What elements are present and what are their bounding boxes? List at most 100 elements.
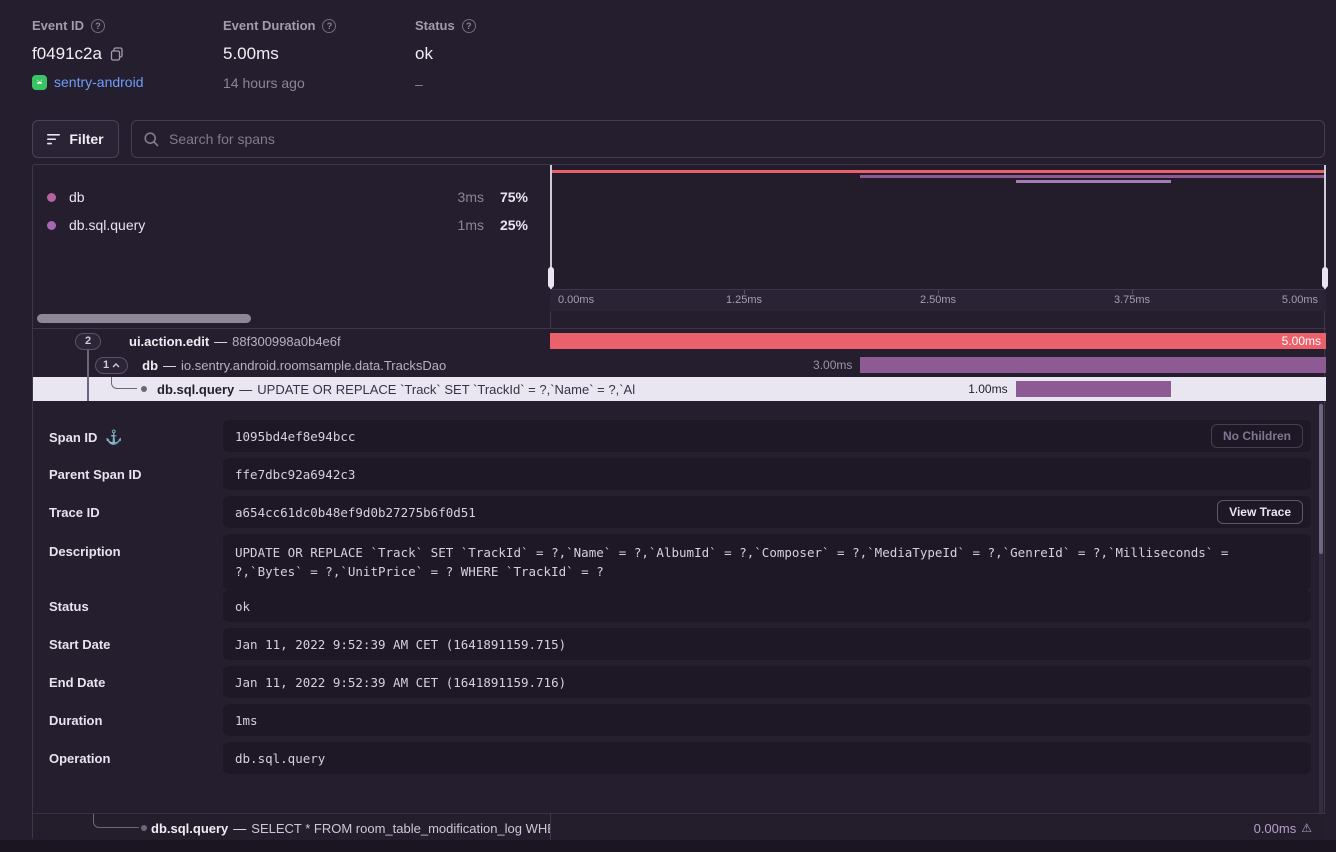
- project-link[interactable]: sentry-android: [32, 74, 222, 90]
- field-label: Parent Span ID: [49, 467, 141, 482]
- span-desc: io.sentry.android.roomsample.data.Tracks…: [181, 358, 446, 373]
- copy-icon[interactable]: [110, 47, 124, 61]
- event-duration-label: Event Duration: [223, 18, 315, 33]
- legend-row-db-sql-query[interactable]: db.sql.query 1ms 25%: [33, 211, 550, 239]
- field-label: Description: [49, 544, 121, 559]
- status-block: Status ? ok –: [415, 18, 575, 92]
- event-duration-value: 5.00ms: [223, 44, 279, 64]
- tree-connector: [111, 377, 137, 389]
- span-duration: 5.00ms: [1282, 333, 1321, 349]
- timeline-minimap[interactable]: [550, 165, 1326, 289]
- span-op: db.sql.query: [151, 821, 228, 836]
- axis-tick-label: 1.25ms: [726, 294, 762, 306]
- span-bar[interactable]: 5.00ms: [550, 333, 1326, 349]
- trace-id-value: a654cc61dc0b48ef9d0b27275b6f0d51 View Tr…: [223, 496, 1311, 528]
- duration-value: 1ms: [223, 704, 1311, 736]
- span-duration: 3.00ms: [813, 358, 852, 372]
- tree-connector-dot: [141, 386, 147, 392]
- end-date-value: Jan 11, 2022 9:52:39 AM CET (1641891159.…: [223, 666, 1311, 698]
- timeline-axis: 0.00ms 1.25ms 2.50ms 3.75ms 5.00ms: [550, 289, 1326, 311]
- minimap-bar-db-sql-query: [1016, 180, 1171, 183]
- field-label: Start Date: [49, 637, 110, 652]
- status-sub: –: [415, 76, 575, 92]
- span-id-value: 1095bd4ef8e94bcc No Children: [223, 420, 1311, 452]
- span-row-db-sql-query-select[interactable]: db.sql.query — SELECT * FROM room_table_…: [33, 813, 1326, 840]
- project-name: sentry-android: [54, 74, 144, 90]
- span-duration: 1.00ms: [968, 382, 1007, 396]
- hscroll-thumb[interactable]: [37, 314, 251, 323]
- help-icon[interactable]: ?: [462, 19, 476, 33]
- span-detail-page: Event ID ? f0491c2a sentry-android Event…: [0, 0, 1336, 840]
- chevron-up-icon: [112, 363, 120, 368]
- vscroll-thumb[interactable]: [1319, 404, 1323, 554]
- event-id-value: f0491c2a: [32, 44, 102, 64]
- status-value-box: ok: [223, 590, 1311, 622]
- span-bar[interactable]: [1016, 381, 1171, 397]
- axis-tick-label: 3.75ms: [1114, 294, 1150, 306]
- legend-percent: 75%: [484, 189, 528, 205]
- legend-op: db: [69, 189, 438, 205]
- span-op: db.sql.query: [157, 382, 234, 397]
- status-label: Status: [415, 18, 455, 33]
- details-vscroll: [1319, 402, 1323, 839]
- span-op: ui.action.edit: [129, 334, 209, 349]
- span-desc: SELECT * FROM room_table_modification_lo…: [251, 821, 550, 836]
- search-input[interactable]: [169, 131, 1312, 147]
- legend-percent: 25%: [484, 217, 528, 233]
- trace-panel: db 3ms 75% db.sql.query 1ms 25% 0.00ms: [32, 164, 1325, 840]
- field-label: Status: [49, 599, 89, 614]
- span-desc: 88f300998a0b4e6f: [232, 334, 340, 349]
- tree-hscroll: [33, 311, 1326, 329]
- span-row-ui-action-edit[interactable]: 2 ui.action.edit — 88f300998a0b4e6f 5.00…: [33, 329, 1326, 353]
- status-value: ok: [415, 44, 433, 64]
- operation-value: db.sql.query: [223, 742, 1311, 774]
- field-label: Span ID: [49, 430, 97, 445]
- field-label: Trace ID: [49, 505, 100, 520]
- event-id-block: Event ID ? f0491c2a sentry-android: [32, 18, 222, 90]
- span-search: [131, 120, 1325, 158]
- android-platform-icon: [32, 75, 47, 90]
- tree-connector-dot: [141, 825, 147, 831]
- tree-connector: [93, 814, 139, 828]
- minimap-right-handle[interactable]: [1322, 267, 1328, 288]
- axis-tick-label: 2.50ms: [920, 294, 956, 306]
- minimap-bar-db: [860, 175, 1326, 178]
- view-trace-button[interactable]: View Trace: [1217, 500, 1303, 524]
- filter-button[interactable]: Filter: [32, 120, 119, 158]
- span-op: db: [142, 358, 158, 373]
- tree-guide-line: [87, 377, 89, 401]
- op-color-dot: [47, 193, 56, 202]
- parent-span-id-value: ffe7dbc92a6942c3: [223, 458, 1311, 490]
- span-duration: 0.00ms: [1254, 821, 1297, 836]
- field-label: Operation: [49, 751, 110, 766]
- anchor-icon[interactable]: ⚓: [105, 429, 122, 446]
- legend-op: db.sql.query: [69, 217, 438, 233]
- no-children-button[interactable]: No Children: [1211, 424, 1303, 448]
- span-bar[interactable]: [860, 357, 1326, 373]
- legend-duration: 1ms: [438, 217, 484, 233]
- span-row-db-sql-query-selected[interactable]: db.sql.query — UPDATE OR REPLACE `Track`…: [33, 377, 1326, 401]
- filter-icon: [47, 134, 61, 145]
- search-icon: [144, 132, 159, 147]
- help-icon[interactable]: ?: [91, 19, 105, 33]
- span-details: Span ID ⚓ 1095bd4ef8e94bcc No Children P…: [33, 401, 1326, 813]
- minimap-left-handle[interactable]: [548, 267, 554, 288]
- span-tree: 2 ui.action.edit — 88f300998a0b4e6f 5.00…: [33, 329, 1326, 401]
- description-value: UPDATE OR REPLACE `Track` SET `TrackId` …: [223, 534, 1311, 590]
- legend-duration: 3ms: [438, 189, 484, 205]
- help-icon[interactable]: ?: [322, 19, 336, 33]
- event-duration-block: Event Duration ? 5.00ms 14 hours ago: [223, 18, 413, 91]
- legend-row-db[interactable]: db 3ms 75%: [33, 183, 550, 211]
- span-row-db[interactable]: 1 db — io.sentry.android.roomsample.data…: [33, 353, 1326, 377]
- minimap-bar-root: [550, 170, 1326, 173]
- axis-tick-label: 0.00ms: [558, 294, 594, 306]
- start-date-value: Jan 11, 2022 9:52:39 AM CET (1641891159.…: [223, 628, 1311, 660]
- children-count-badge[interactable]: 1: [95, 357, 128, 374]
- field-label: End Date: [49, 675, 105, 690]
- event-id-label: Event ID: [32, 18, 84, 33]
- event-time-ago: 14 hours ago: [223, 75, 413, 91]
- axis-tick-label: 5.00ms: [1282, 294, 1318, 306]
- children-count-badge[interactable]: 2: [75, 333, 101, 350]
- warning-icon: ⚠: [1301, 821, 1312, 835]
- op-color-dot: [47, 221, 56, 230]
